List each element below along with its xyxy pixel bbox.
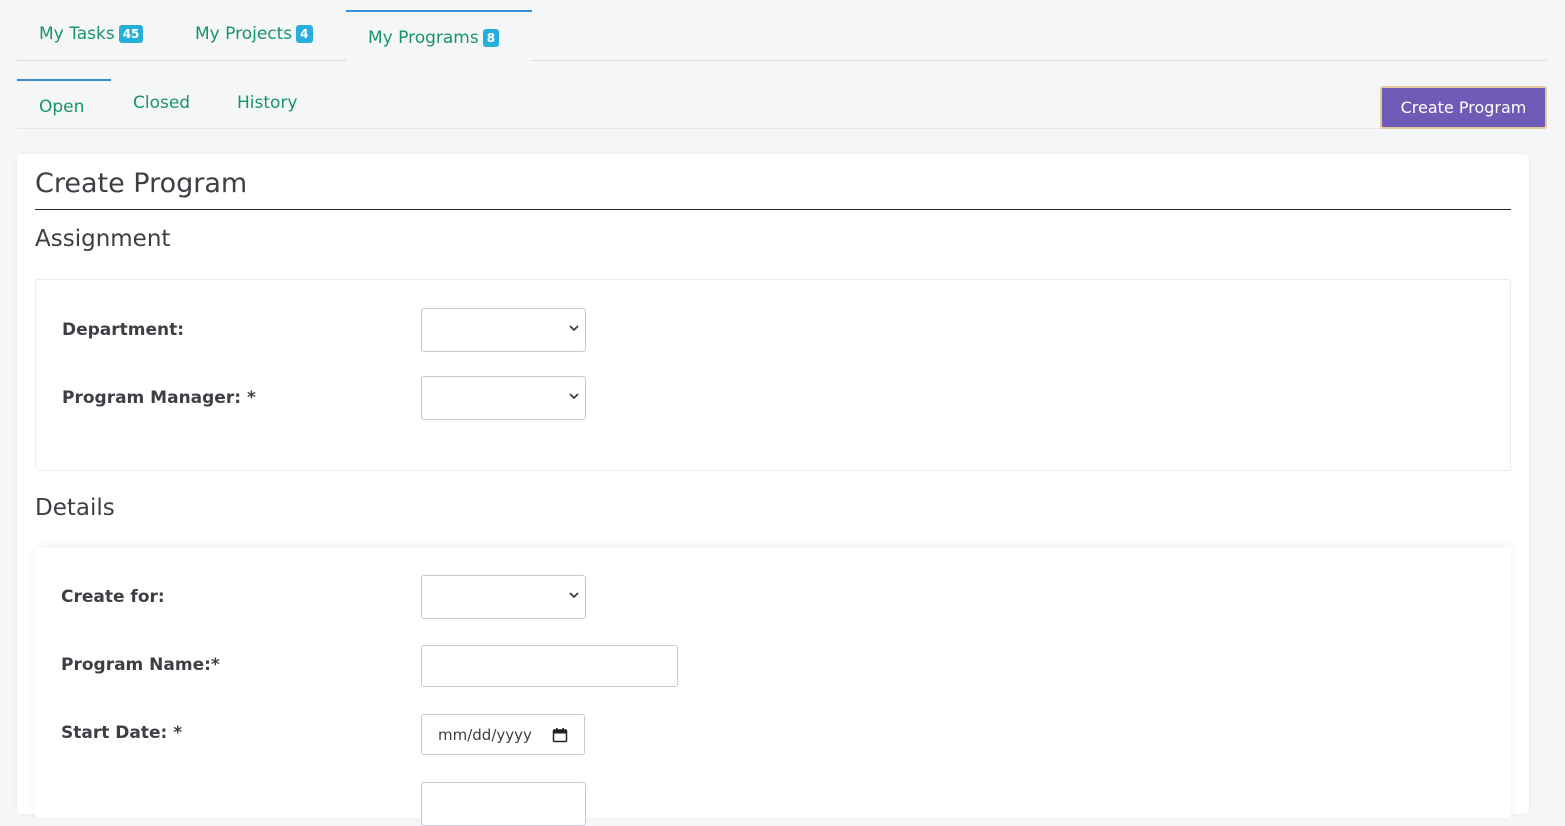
- tab-my-projects[interactable]: My Projects 4: [173, 10, 335, 61]
- page-title: Create Program: [35, 168, 248, 199]
- subtab-open[interactable]: Open: [17, 79, 111, 129]
- tab-my-programs-label: My Programs: [368, 28, 479, 48]
- create-for-select[interactable]: [421, 575, 586, 619]
- assignment-heading: Assignment: [35, 226, 171, 252]
- chevron-down-icon: [569, 592, 579, 599]
- create-program-button[interactable]: Create Program: [1380, 86, 1547, 129]
- subtab-history-label: History: [237, 93, 298, 113]
- program-manager-label: Program Manager: *: [62, 388, 256, 408]
- calendar-icon[interactable]: [552, 727, 568, 743]
- program-name-label: Program Name:*: [61, 655, 220, 675]
- title-divider: [35, 209, 1511, 210]
- tab-my-tasks-count-badge: 45: [118, 25, 144, 43]
- program-name-input[interactable]: [421, 645, 678, 687]
- main-tab-bar: My Tasks 45 My Projects 4 My Programs 8: [17, 0, 1547, 61]
- tab-my-programs[interactable]: My Programs 8: [346, 10, 532, 61]
- department-label: Department:: [62, 320, 185, 340]
- start-date-input[interactable]: mm/dd/yyyy: [421, 714, 585, 755]
- details-heading: Details: [35, 495, 115, 521]
- tab-my-tasks-label: My Tasks: [39, 24, 115, 44]
- create-program-card: Create Program Assignment Department: Pr…: [17, 154, 1529, 826]
- start-date-placeholder: mm/dd/yyyy: [438, 726, 532, 744]
- start-date-label: Start Date: *: [61, 723, 183, 743]
- subtab-closed[interactable]: Closed: [111, 79, 212, 129]
- chevron-down-icon: [569, 393, 579, 400]
- tab-my-projects-count-badge: 4: [296, 25, 313, 43]
- create-for-label: Create for:: [61, 587, 165, 607]
- tab-my-tasks[interactable]: My Tasks 45: [17, 10, 165, 61]
- subtab-closed-label: Closed: [133, 93, 191, 113]
- department-select[interactable]: [421, 308, 586, 352]
- sub-tab-bar: Open Closed History: [17, 61, 1547, 129]
- chevron-down-icon: [569, 325, 579, 332]
- tab-my-projects-label: My Projects: [195, 24, 293, 44]
- assignment-panel: Department: Program Manager: *: [35, 279, 1511, 471]
- tab-my-programs-count-badge: 8: [482, 29, 500, 47]
- details-panel: Create for: Program Name:* Start Date: *…: [35, 548, 1511, 826]
- subtab-history[interactable]: History: [215, 79, 319, 129]
- subtab-open-label: Open: [39, 97, 85, 117]
- end-date-input-partial[interactable]: [421, 782, 586, 826]
- program-manager-select[interactable]: [421, 376, 586, 420]
